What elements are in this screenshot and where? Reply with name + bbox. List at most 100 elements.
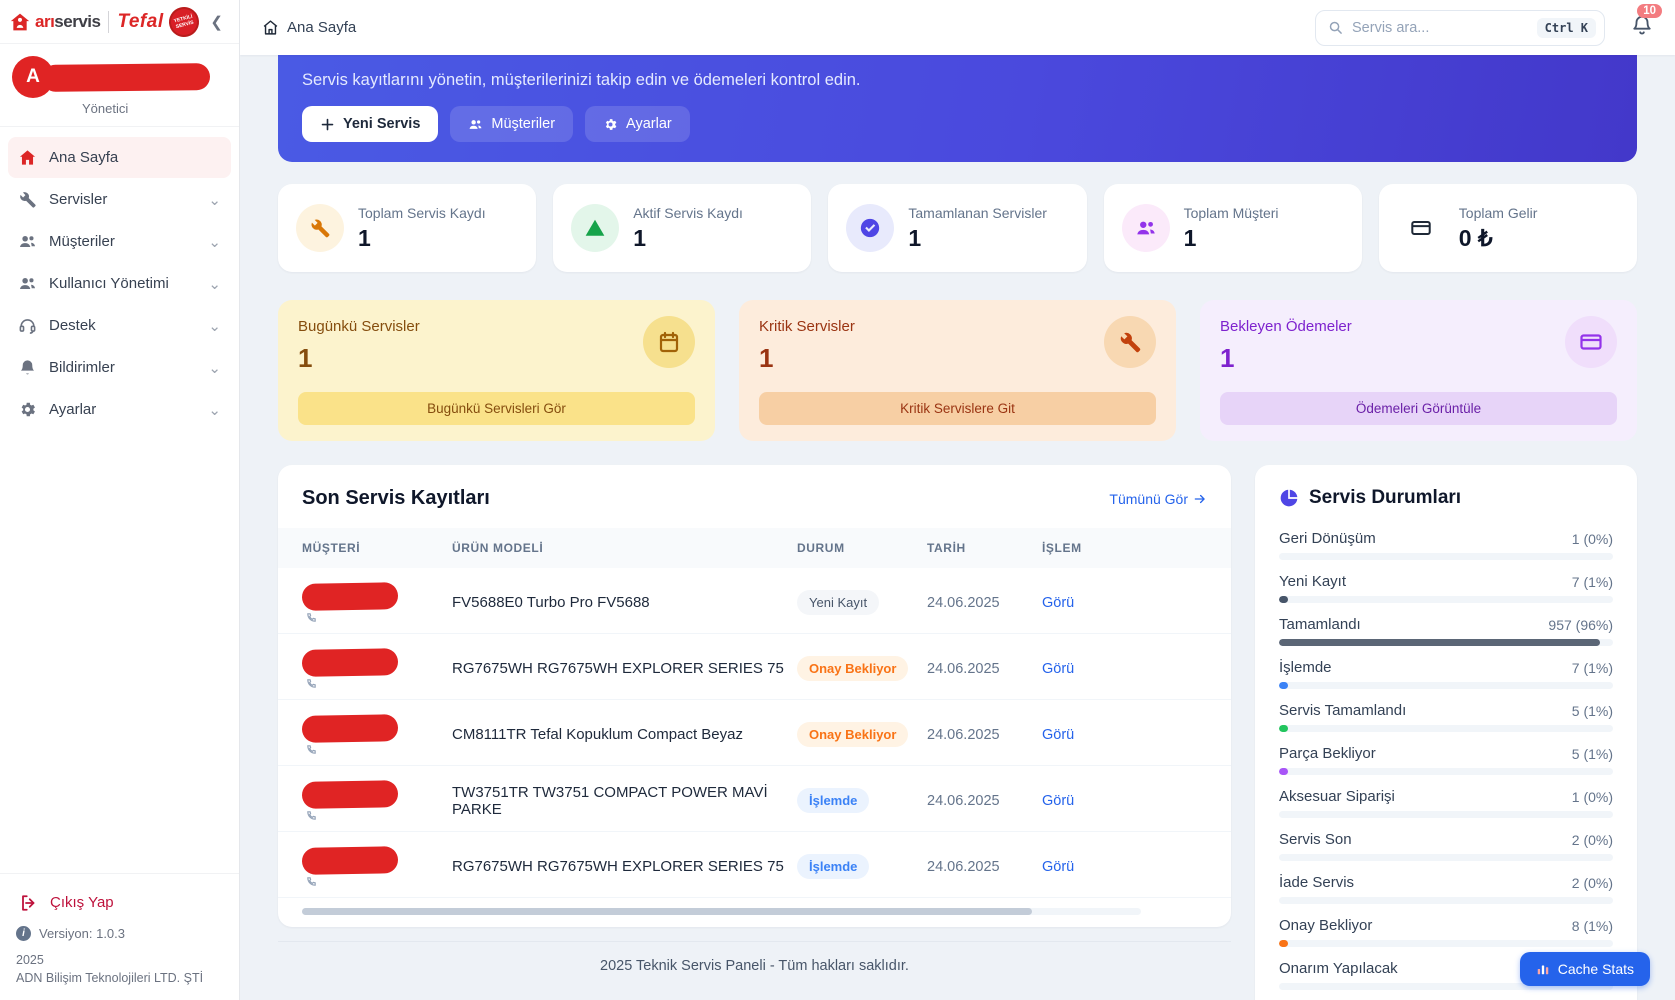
phone-icon [306, 810, 317, 821]
house-logo-icon [10, 12, 30, 32]
service-statuses-card: Servis Durumları Geri Dönüşüm 1 (0%) [1255, 465, 1637, 1000]
logo-divider [108, 11, 109, 33]
view-all-link[interactable]: Tümünü Gör [1109, 491, 1207, 507]
status-item: Servis Son 2 (0%) [1279, 824, 1613, 867]
sidebar: arıservis Tefal YETKİLİ SERVİS ❮ A Yönet… [0, 0, 240, 1000]
phone-icon [306, 612, 317, 623]
critical-services-button[interactable]: Kritik Servislere Git [759, 392, 1156, 425]
stat-label: Aktif Servis Kaydı [633, 205, 743, 221]
table-header: MÜŞTERİÜRÜN MODELİ DURUMTARİH İŞLEM [278, 528, 1231, 568]
table-row: FV5688E0 Turbo Pro FV5688 Yeni Kayıt 24.… [278, 568, 1231, 634]
sidebar-item[interactable]: Ana Sayfa ⌄ [8, 137, 231, 178]
view-detail-link[interactable]: Görü [1042, 793, 1112, 809]
status-value: 7 (1%) [1572, 574, 1613, 590]
search-input[interactable]: Servis ara... Ctrl K [1315, 10, 1605, 46]
bar-chart-icon [1536, 962, 1550, 976]
sidebar-collapse-button[interactable]: ❮ [204, 11, 229, 33]
view-payments-button[interactable]: Ödemeleri Görüntüle [1220, 392, 1617, 425]
company-year: 2025 [16, 951, 223, 970]
status-label: Parça Bekliyor [1279, 745, 1376, 762]
stat-label: Toplam Gelir [1459, 205, 1538, 221]
status-label: İade Servis [1279, 874, 1354, 891]
today-services-button[interactable]: Bugünkü Servisleri Gör [298, 392, 695, 425]
settings-button[interactable]: Ayarlar [585, 106, 690, 142]
stat-value: 1 [633, 225, 743, 252]
nav-icon [18, 148, 37, 167]
nav-icon [18, 316, 37, 335]
table-row: TW3751TR TW3751 COMPACT POWER MAVİ PARKE… [278, 766, 1231, 832]
phone-icon [306, 876, 317, 887]
footer: 2025 Teknik Servis Paneli - Tüm hakları … [278, 941, 1231, 974]
view-detail-link[interactable]: Görü [1042, 859, 1112, 875]
sidebar-item[interactable]: Destek ⌄ [8, 305, 231, 346]
status-badge: İşlemde [797, 854, 869, 879]
plus-icon [320, 117, 335, 132]
progress-bar-fill [1279, 725, 1288, 732]
status-label: Servis Son [1279, 831, 1352, 848]
chevron-down-icon: ⌄ [208, 359, 221, 377]
table-row: RG7675WH RG7675WH EXPLORER SERIES 75 Ona… [278, 634, 1231, 700]
status-value: 1 (0%) [1572, 531, 1613, 547]
redacted-user-name [42, 63, 210, 92]
progress-bar [1279, 940, 1613, 947]
status-value: 5 (1%) [1572, 703, 1613, 719]
redacted-customer-name [302, 714, 398, 743]
progress-bar [1279, 682, 1613, 689]
sidebar-item[interactable]: Servisler ⌄ [8, 179, 231, 220]
view-detail-link[interactable]: Görü [1042, 661, 1112, 677]
breadcrumb[interactable]: Ana Sayfa [262, 19, 356, 36]
sidebar-footer: Çıkış Yap i Versiyon: 1.0.3 2025 ADN Bil… [0, 873, 239, 1000]
stat-label: Toplam Müşteri [1184, 205, 1279, 221]
table-row: CM8111TR Tefal Kopuklum Compact Beyaz On… [278, 700, 1231, 766]
customers-button[interactable]: Müşteriler [450, 106, 573, 142]
stat-label: Tamamlanan Servisler [908, 205, 1047, 221]
progress-bar [1279, 897, 1613, 904]
status-label: Onarım Yapılacak [1279, 960, 1398, 977]
service-statuses-title: Servis Durumları [1309, 487, 1461, 509]
scrollbar-thumb[interactable] [302, 908, 1032, 915]
progress-bar-fill [1279, 768, 1288, 775]
company-name: ADN Bilişim Teknolojileri LTD. ŞTİ [16, 969, 223, 988]
progress-bar [1279, 639, 1613, 646]
stats-row: Toplam Servis Kaydı 1 Aktif Servis Kaydı… [278, 184, 1637, 272]
sidebar-item[interactable]: Bildirimler ⌄ [8, 347, 231, 388]
status-badge: İşlemde [797, 788, 869, 813]
progress-bar-fill [1279, 639, 1600, 646]
status-label: Tamamlandı [1279, 616, 1361, 633]
bottom-section: Son Servis Kayıtları Tümünü Gör MÜŞTERİÜ… [278, 465, 1637, 1000]
view-detail-link[interactable]: Görü [1042, 727, 1112, 743]
credit-card-icon [1565, 316, 1617, 368]
progress-bar [1279, 596, 1613, 603]
home-icon [262, 19, 279, 36]
logout-button[interactable]: Çıkış Yap [16, 888, 223, 926]
user-role: Yönetici [82, 101, 227, 116]
arrow-right-icon [1193, 492, 1207, 506]
service-date: 24.06.2025 [927, 859, 1042, 875]
notifications-button[interactable]: 10 [1631, 14, 1653, 41]
notification-count-badge: 10 [1637, 4, 1662, 18]
cache-stats-button[interactable]: Cache Stats [1520, 952, 1650, 986]
stat-card: Aktif Servis Kaydı 1 [553, 184, 811, 272]
progress-bar-fill [1279, 682, 1288, 689]
redacted-customer-name [302, 648, 398, 677]
sidebar-item[interactable]: Müşteriler ⌄ [8, 221, 231, 262]
logout-icon [20, 894, 38, 912]
status-value: 7 (1%) [1572, 660, 1613, 676]
sidebar-item-label: Servisler [49, 191, 107, 208]
info-icon: i [16, 926, 31, 941]
service-date: 24.06.2025 [927, 595, 1042, 611]
status-value: 5 (1%) [1572, 746, 1613, 762]
status-item: İşlemde 7 (1%) [1279, 652, 1613, 695]
today-services-card: Bugünkü Servisler 1 Bugünkü Servisleri G… [278, 300, 715, 441]
sidebar-item[interactable]: Kullanıcı Yönetimi ⌄ [8, 263, 231, 304]
product-model: FV5688E0 Turbo Pro FV5688 [452, 594, 797, 611]
critical-services-card: Kritik Servisler 1 Kritik Servislere Git [739, 300, 1176, 441]
sidebar-item[interactable]: Ayarlar ⌄ [8, 389, 231, 430]
progress-bar [1279, 811, 1613, 818]
new-service-button[interactable]: Yeni Servis [302, 106, 438, 142]
status-item: İade Servis 2 (0%) [1279, 867, 1613, 910]
view-detail-link[interactable]: Görü [1042, 595, 1112, 611]
table-body: FV5688E0 Turbo Pro FV5688 Yeni Kayıt 24.… [278, 568, 1231, 898]
progress-bar [1279, 768, 1613, 775]
avatar[interactable]: A [12, 56, 54, 98]
